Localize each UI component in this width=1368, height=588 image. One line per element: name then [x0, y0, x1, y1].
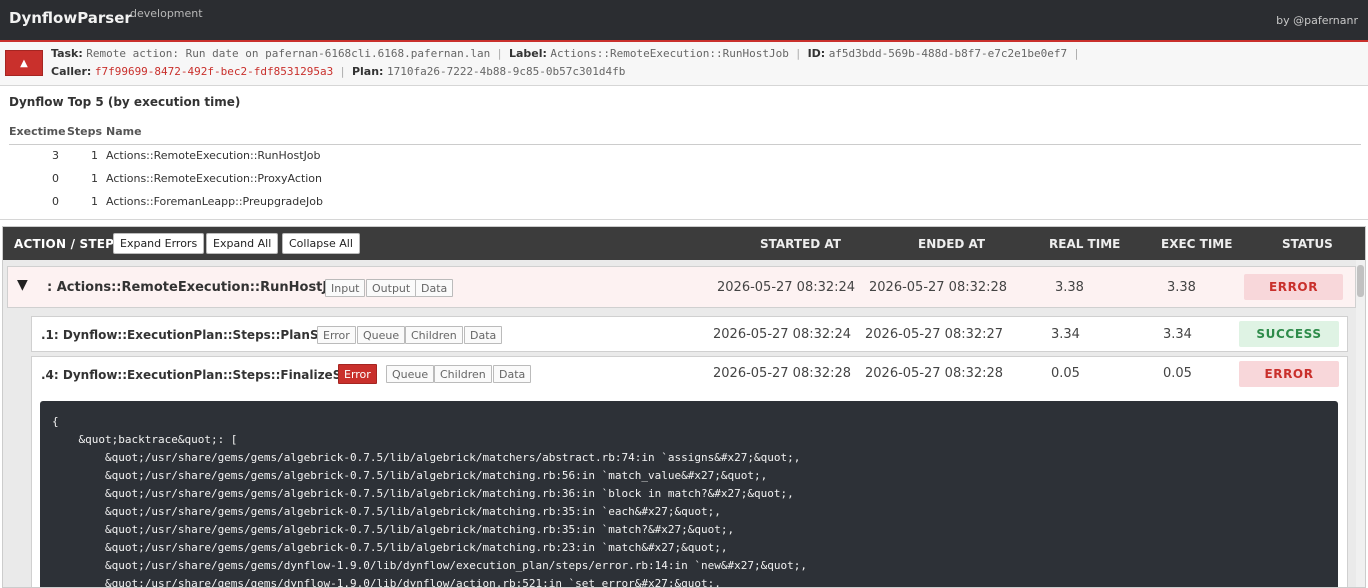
row-name: Actions::RemoteExecution::RunHostJob	[106, 149, 321, 163]
step-name: .4: Dynflow::ExecutionPlan::Steps::Final…	[41, 368, 364, 382]
error-button[interactable]: Error	[338, 364, 377, 384]
column-header-real-time: REAL TIME	[1049, 237, 1121, 251]
step-name: .1: Dynflow::ExecutionPlan::Steps::PlanS…	[41, 328, 342, 342]
queue-button[interactable]: Queue	[386, 365, 435, 383]
table-row[interactable]: 0 1 Actions::ForemanLeapp::PreupgradeJob	[9, 190, 1361, 213]
queue-button[interactable]: Queue	[357, 326, 406, 344]
exec-time: 0.05	[1163, 366, 1192, 381]
column-header-steps: Steps	[67, 120, 106, 145]
output-button[interactable]: Output	[366, 279, 417, 297]
row-exectime: 0	[52, 195, 59, 208]
data-button[interactable]: Data	[493, 365, 532, 383]
action-name: : Actions::RemoteExecution::RunHostJob	[47, 280, 346, 295]
plan-label: Plan:	[351, 65, 384, 78]
column-header-exectime: Exectime	[9, 120, 67, 145]
started-at: 2026-05-27 08:32:24	[713, 327, 852, 342]
plan-value: 1710fa26-7222-4b88-9c85-0b57c301d4fb	[386, 65, 626, 78]
real-time: 0.05	[1051, 366, 1080, 381]
table-row[interactable]: 3 1 Actions::RemoteExecution::RunHostJob	[9, 144, 1361, 167]
ended-at: 2026-05-27 08:32:28	[869, 280, 1008, 295]
task-value: Remote action: Run date on pafernan-6168…	[86, 47, 491, 60]
app-brand[interactable]: DynflowParser	[9, 9, 132, 27]
actions-panel: ACTION / STEP Expand Errors Expand All C…	[2, 226, 1366, 588]
row-exectime: 3	[52, 149, 59, 163]
separator: |	[796, 47, 801, 60]
top5-panel: Dynflow Top 5 (by execution time) Execti…	[0, 86, 1368, 220]
expand-errors-button[interactable]: Expand Errors	[113, 233, 205, 254]
label-value: Actions::RemoteExecution::RunHostJob	[550, 47, 789, 60]
row-exectime: 0	[52, 172, 59, 185]
row-name: Actions::ForemanLeapp::PreupgradeJob	[106, 195, 323, 208]
row-steps: 1	[91, 195, 98, 208]
started-at: 2026-05-27 08:32:28	[713, 366, 852, 381]
ended-at: 2026-05-27 08:32:28	[865, 366, 1004, 381]
row-steps: 1	[91, 172, 98, 185]
step-row[interactable]: .1: Dynflow::ExecutionPlan::Steps::PlanS…	[31, 316, 1348, 352]
row-name: Actions::RemoteExecution::ProxyAction	[106, 172, 323, 185]
started-at: 2026-05-27 08:32:24	[717, 280, 856, 295]
real-time: 3.34	[1051, 327, 1080, 342]
table-row[interactable]: 0 1 Actions::RemoteExecution::ProxyActio…	[9, 167, 1361, 190]
children-button[interactable]: Children	[434, 365, 492, 383]
vertical-scrollbar[interactable]	[1356, 260, 1365, 587]
label-label: Label:	[508, 47, 547, 60]
caller-link[interactable]: f7f99699-8472-492f-bec2-fdf8531295a3	[95, 65, 333, 78]
status-badge: ERROR	[1239, 361, 1339, 387]
id-label: ID:	[807, 47, 826, 60]
separator: |	[497, 47, 502, 60]
error-code-block: { &quot;backtrace&quot;: [ &quot;/usr/sh…	[40, 401, 1338, 587]
task-info-line-2: Caller: f7f99699-8472-492f-bec2-fdf85312…	[51, 65, 625, 78]
collapse-task-button[interactable]: ▲	[5, 50, 43, 76]
data-button[interactable]: Data	[464, 326, 503, 344]
data-button[interactable]: Data	[415, 279, 454, 297]
actions-header: ACTION / STEP Expand Errors Expand All C…	[3, 227, 1365, 260]
real-time: 3.38	[1055, 280, 1084, 295]
id-value: af5d3bdd-569b-488d-b8f7-e7c2e1be0ef7	[828, 47, 1068, 60]
scrollbar-thumb[interactable]	[1357, 265, 1364, 297]
collapse-toggle-icon[interactable]: ▼	[17, 277, 28, 293]
author-byline[interactable]: by @pafernanr	[1276, 14, 1358, 27]
top-navbar: DynflowParser development by @pafernanr	[0, 0, 1368, 40]
column-header-ended: ENDED AT	[918, 237, 986, 251]
environment-label: development	[130, 7, 203, 20]
ended-at: 2026-05-27 08:32:27	[865, 327, 1004, 342]
expand-all-button[interactable]: Expand All	[206, 233, 279, 254]
top5-title: Dynflow Top 5 (by execution time)	[9, 95, 241, 109]
input-button[interactable]: Input	[325, 279, 366, 297]
exec-time: 3.34	[1163, 327, 1192, 342]
status-badge: SUCCESS	[1239, 321, 1339, 347]
action-step-heading: ACTION / STEP	[14, 237, 115, 251]
children-button[interactable]: Children	[405, 326, 463, 344]
task-info-panel: ▲ Task: Remote action: Run date on pafer…	[0, 40, 1368, 86]
row-steps: 1	[91, 149, 98, 163]
caller-label: Caller:	[51, 65, 92, 78]
status-badge: ERROR	[1244, 274, 1343, 300]
top5-table: Exectime Steps Name 3 1 Actions::RemoteE…	[9, 120, 1361, 213]
column-header-status: STATUS	[1282, 237, 1333, 251]
separator: |	[1074, 47, 1079, 60]
task-info-line-1: Task: Remote action: Run date on paferna…	[51, 47, 1082, 60]
action-row[interactable]: ▼ : Actions::RemoteExecution::RunHostJob…	[7, 266, 1356, 308]
column-header-started: STARTED AT	[760, 237, 841, 251]
error-button[interactable]: Error	[317, 326, 356, 344]
exec-time: 3.38	[1167, 280, 1196, 295]
table-header-row: Exectime Steps Name	[9, 120, 1361, 145]
separator: |	[340, 65, 345, 78]
task-label: Task:	[51, 47, 83, 60]
column-header-exec-time: EXEC TIME	[1161, 237, 1233, 251]
column-header-name: Name	[106, 120, 1361, 145]
collapse-all-button[interactable]: Collapse All	[282, 233, 360, 254]
